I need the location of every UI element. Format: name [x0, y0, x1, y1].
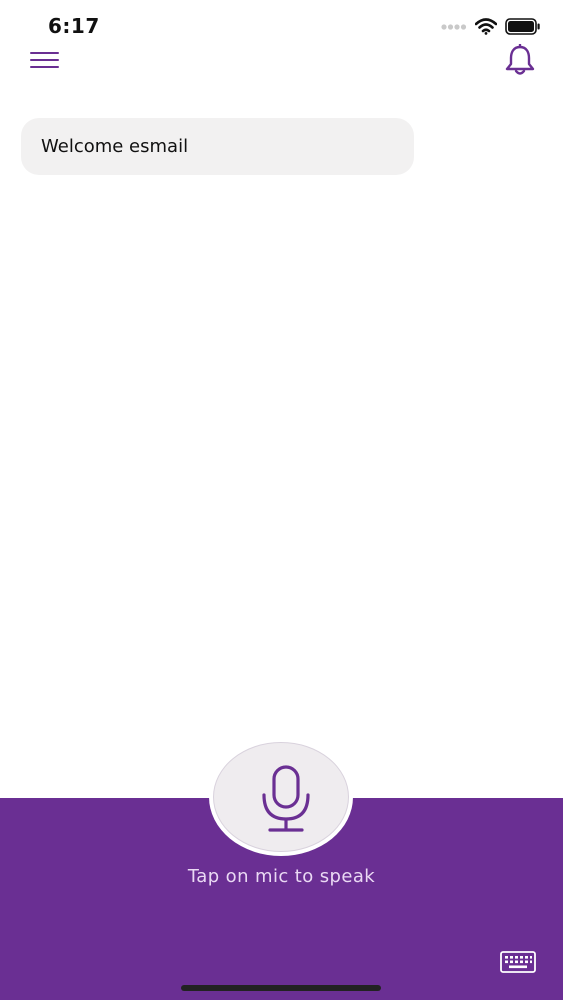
microphone-icon [262, 765, 310, 832]
wifi-icon [475, 18, 497, 35]
keyboard-button[interactable] [500, 951, 536, 973]
battery-icon [505, 18, 540, 35]
home-indicator[interactable] [181, 985, 381, 991]
chat-message-text: Welcome esmail [41, 136, 189, 157]
app-screen: 6:17 Welcome esmail Tap on mic to speak [0, 0, 563, 1000]
menu-button[interactable] [30, 50, 60, 70]
status-icons [441, 18, 541, 35]
mic-hint-text: Tap on mic to speak [187, 866, 376, 887]
signal-dots-icon [441, 23, 467, 30]
mic-button[interactable] [209, 738, 353, 856]
chat-message-bubble: Welcome esmail [21, 118, 414, 175]
status-bar: 6:17 [0, 0, 563, 50]
bell-icon [505, 43, 535, 75]
keyboard-icon [500, 951, 536, 973]
hamburger-menu-icon [30, 52, 59, 54]
notifications-button[interactable] [503, 43, 537, 76]
status-time: 6:17 [48, 14, 100, 38]
